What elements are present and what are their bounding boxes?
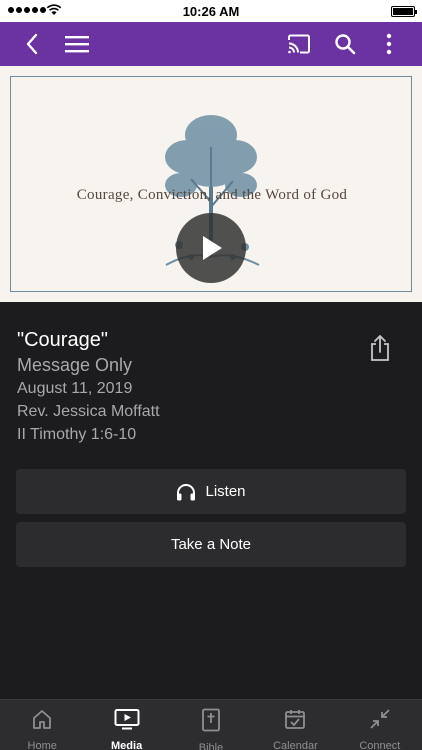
media-icon (114, 708, 140, 730)
search-button[interactable] (331, 30, 359, 58)
home-icon (31, 708, 53, 730)
message-subtitle: Message Only (17, 355, 133, 375)
thumbnail-title: Courage, Conviction, and the Word of God (76, 187, 348, 203)
message-scripture: II Timothy 1:6-10 (17, 426, 137, 443)
status-bar: 10:26 AM (0, 0, 422, 22)
message-date: August 11, 2019 (17, 380, 133, 397)
tab-media-label: Media (111, 740, 143, 750)
tab-bar: Home Media Bible Calendar Connect (0, 699, 422, 750)
hamburger-menu-icon (65, 36, 89, 53)
battery-icon (391, 6, 417, 17)
message-details: "Courage" Message Only August 11, 2019 R… (17, 328, 347, 446)
status-time: 10:26 AM (182, 4, 240, 19)
message-title: "Courage" (17, 329, 108, 351)
tab-media[interactable]: Media (84, 700, 168, 750)
tab-calendar-label: Calendar (273, 740, 318, 750)
bible-icon (201, 708, 221, 732)
nav-bar (0, 22, 422, 66)
search-icon (335, 34, 356, 55)
back-button[interactable] (18, 30, 46, 58)
listen-button[interactable]: Listen (16, 469, 406, 514)
cast-icon (288, 34, 310, 54)
take-note-button[interactable]: Take a Note (16, 522, 406, 567)
tab-bible[interactable]: Bible (169, 700, 253, 750)
tab-connect-label: Connect (359, 740, 401, 750)
headphones-icon (176, 483, 196, 501)
cast-button[interactable] (285, 30, 313, 58)
tab-home-label: Home (27, 740, 57, 750)
calendar-icon (284, 708, 306, 730)
menu-button[interactable] (63, 30, 91, 58)
tab-calendar[interactable]: Calendar (253, 700, 337, 750)
take-note-label: Take a Note (170, 536, 252, 553)
connect-icon (369, 708, 391, 730)
video-player[interactable]: Courage, Conviction, and the Word of God (0, 66, 422, 302)
share-button[interactable] (368, 334, 392, 362)
tab-bible-label: Bible (198, 742, 224, 750)
play-icon (203, 236, 222, 260)
share-icon (371, 335, 389, 361)
more-vertical-icon (386, 33, 392, 55)
play-button[interactable] (176, 213, 246, 283)
chevron-left-icon (26, 33, 38, 55)
tab-home[interactable]: Home (0, 700, 84, 750)
message-speaker: Rev. Jessica Moffatt (17, 403, 160, 420)
more-button[interactable] (375, 30, 403, 58)
tab-connect[interactable]: Connect (338, 700, 422, 750)
listen-label: Listen (205, 483, 246, 500)
